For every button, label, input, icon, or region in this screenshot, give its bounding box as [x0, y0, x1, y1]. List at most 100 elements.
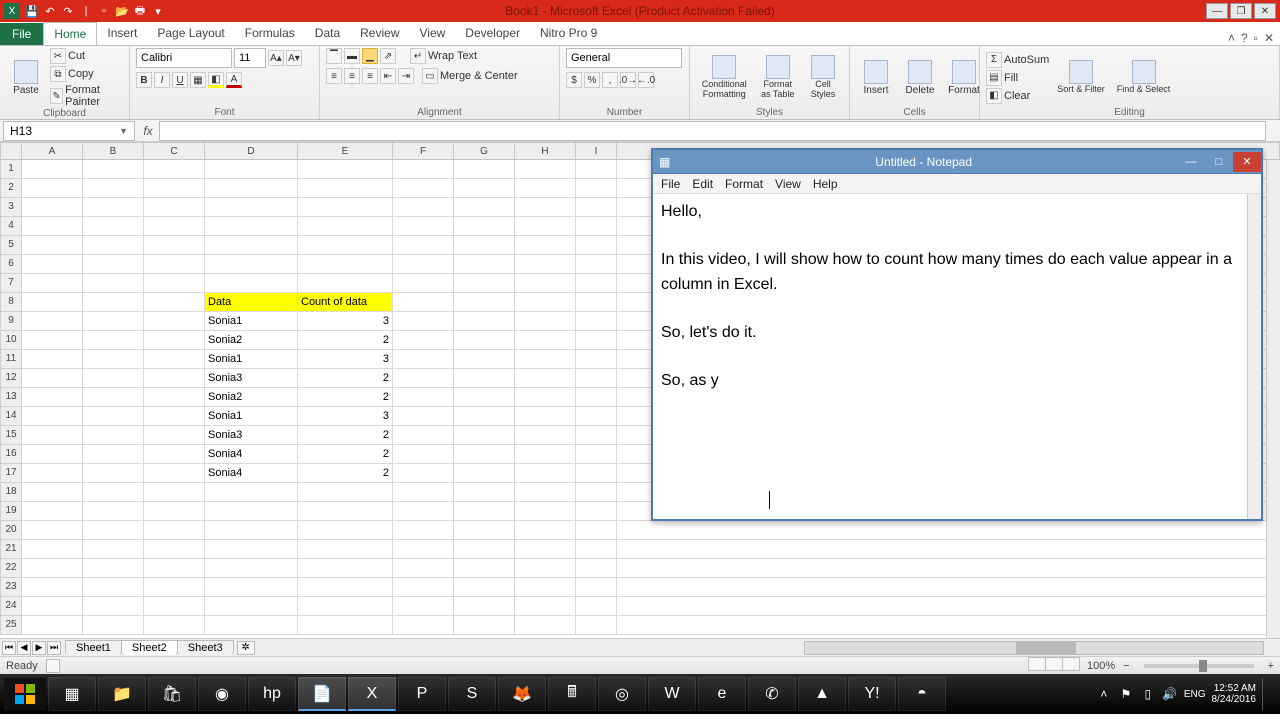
align-center-icon[interactable]: ≡ [344, 68, 360, 84]
cell-B25[interactable] [83, 616, 144, 635]
cell-H11[interactable] [515, 350, 576, 369]
notepad-titlebar[interactable]: ▦ Untitled - Notepad — □ ✕ [653, 150, 1261, 174]
format-painter-button[interactable]: ✎Format Painter [50, 84, 123, 108]
sheet-tab-sheet1[interactable]: Sheet1 [65, 640, 122, 655]
row-header-10[interactable]: 10 [0, 331, 22, 350]
ribbon-tab-view[interactable]: View [410, 22, 456, 45]
cell-A10[interactable] [22, 331, 83, 350]
decrease-indent-icon[interactable]: ⇤ [380, 68, 396, 84]
align-bottom-icon[interactable]: ▁ [362, 48, 378, 64]
cell-D9[interactable]: Sonia1 [205, 312, 298, 331]
excel-minimize-button[interactable]: — [1206, 3, 1228, 19]
cell-G1[interactable] [454, 160, 515, 179]
underline-button[interactable]: U [172, 72, 188, 88]
row-header-21[interactable]: 21 [0, 540, 22, 559]
currency-icon[interactable]: $ [566, 72, 582, 88]
taskbar-item-skype[interactable]: S [448, 677, 496, 711]
cell-D3[interactable] [205, 198, 298, 217]
tray-language[interactable]: ENG [1184, 689, 1206, 700]
cell-D22[interactable] [205, 559, 298, 578]
doc-restore-icon[interactable]: ▫ [1254, 31, 1258, 45]
taskbar-item-word[interactable]: W [648, 677, 696, 711]
cell-C24[interactable] [144, 597, 205, 616]
cell-D8[interactable]: Data [205, 293, 298, 312]
notepad-menu-edit[interactable]: Edit [692, 177, 713, 191]
cell-B16[interactable] [83, 445, 144, 464]
cell-fill[interactable] [617, 616, 1280, 635]
cell-I7[interactable] [576, 274, 617, 293]
cell-F6[interactable] [393, 255, 454, 274]
format-as-table-button[interactable]: Format as Table [757, 53, 799, 102]
cell-D18[interactable] [205, 483, 298, 502]
cell-G2[interactable] [454, 179, 515, 198]
cell-I6[interactable] [576, 255, 617, 274]
fill-button[interactable]: ▤Fill [986, 70, 1049, 86]
notepad-menu-help[interactable]: Help [813, 177, 838, 191]
cell-E15[interactable]: 2 [298, 426, 393, 445]
new-icon[interactable]: ▫ [96, 3, 112, 19]
notepad-maximize-button[interactable]: □ [1205, 152, 1233, 172]
zoom-slider[interactable] [1144, 664, 1254, 668]
start-button[interactable] [4, 678, 46, 710]
align-left-icon[interactable]: ≡ [326, 68, 342, 84]
cell-D2[interactable] [205, 179, 298, 198]
cell-B11[interactable] [83, 350, 144, 369]
notepad-scrollbar[interactable] [1247, 194, 1261, 519]
cell-A25[interactable] [22, 616, 83, 635]
cell-B14[interactable] [83, 407, 144, 426]
tray-volume-icon[interactable]: 🔊 [1162, 686, 1178, 702]
cell-A8[interactable] [22, 293, 83, 312]
align-middle-icon[interactable]: ▬ [344, 48, 360, 64]
notepad-window[interactable]: ▦ Untitled - Notepad — □ ✕ File Edit For… [651, 148, 1263, 521]
sheet-nav-prev-icon[interactable]: ◀ [17, 641, 31, 655]
cell-D17[interactable]: Sonia4 [205, 464, 298, 483]
cell-C9[interactable] [144, 312, 205, 331]
cell-F7[interactable] [393, 274, 454, 293]
cell-A19[interactable] [22, 502, 83, 521]
cell-F15[interactable] [393, 426, 454, 445]
cell-C5[interactable] [144, 236, 205, 255]
cell-E22[interactable] [298, 559, 393, 578]
cell-C16[interactable] [144, 445, 205, 464]
cell-F5[interactable] [393, 236, 454, 255]
cell-G22[interactable] [454, 559, 515, 578]
ribbon-tab-page-layout[interactable]: Page Layout [147, 22, 234, 45]
redo-icon[interactable]: ↷ [60, 3, 76, 19]
taskbar-item-store[interactable]: 🛍 [148, 677, 196, 711]
column-header-D[interactable]: D [205, 142, 298, 160]
ribbon-tab-data[interactable]: Data [305, 22, 350, 45]
row-header-14[interactable]: 14 [0, 407, 22, 426]
cell-E14[interactable]: 3 [298, 407, 393, 426]
find-select-button[interactable]: Find & Select [1113, 58, 1175, 97]
page-break-view-icon[interactable] [1062, 657, 1080, 671]
cell-G9[interactable] [454, 312, 515, 331]
cell-A9[interactable] [22, 312, 83, 331]
cell-B10[interactable] [83, 331, 144, 350]
cell-F22[interactable] [393, 559, 454, 578]
row-header-15[interactable]: 15 [0, 426, 22, 445]
cell-A7[interactable] [22, 274, 83, 293]
conditional-formatting-button[interactable]: Conditional Formatting [696, 53, 753, 102]
cell-H23[interactable] [515, 578, 576, 597]
cell-I21[interactable] [576, 540, 617, 559]
taskbar-item-gtalk[interactable]: ✆ [748, 677, 796, 711]
row-header-9[interactable]: 9 [0, 312, 22, 331]
font-name-input[interactable] [136, 48, 232, 68]
excel-maximize-button[interactable]: ❐ [1230, 3, 1252, 19]
cell-A18[interactable] [22, 483, 83, 502]
row-header-19[interactable]: 19 [0, 502, 22, 521]
cell-F13[interactable] [393, 388, 454, 407]
row-header-1[interactable]: 1 [0, 160, 22, 179]
cell-G12[interactable] [454, 369, 515, 388]
view-buttons[interactable] [1028, 657, 1079, 674]
cell-G15[interactable] [454, 426, 515, 445]
cell-I4[interactable] [576, 217, 617, 236]
cell-H8[interactable] [515, 293, 576, 312]
cell-H13[interactable] [515, 388, 576, 407]
ribbon-tab-developer[interactable]: Developer [455, 22, 530, 45]
cell-G4[interactable] [454, 217, 515, 236]
cell-H6[interactable] [515, 255, 576, 274]
cell-B17[interactable] [83, 464, 144, 483]
cell-E13[interactable]: 2 [298, 388, 393, 407]
cell-B8[interactable] [83, 293, 144, 312]
